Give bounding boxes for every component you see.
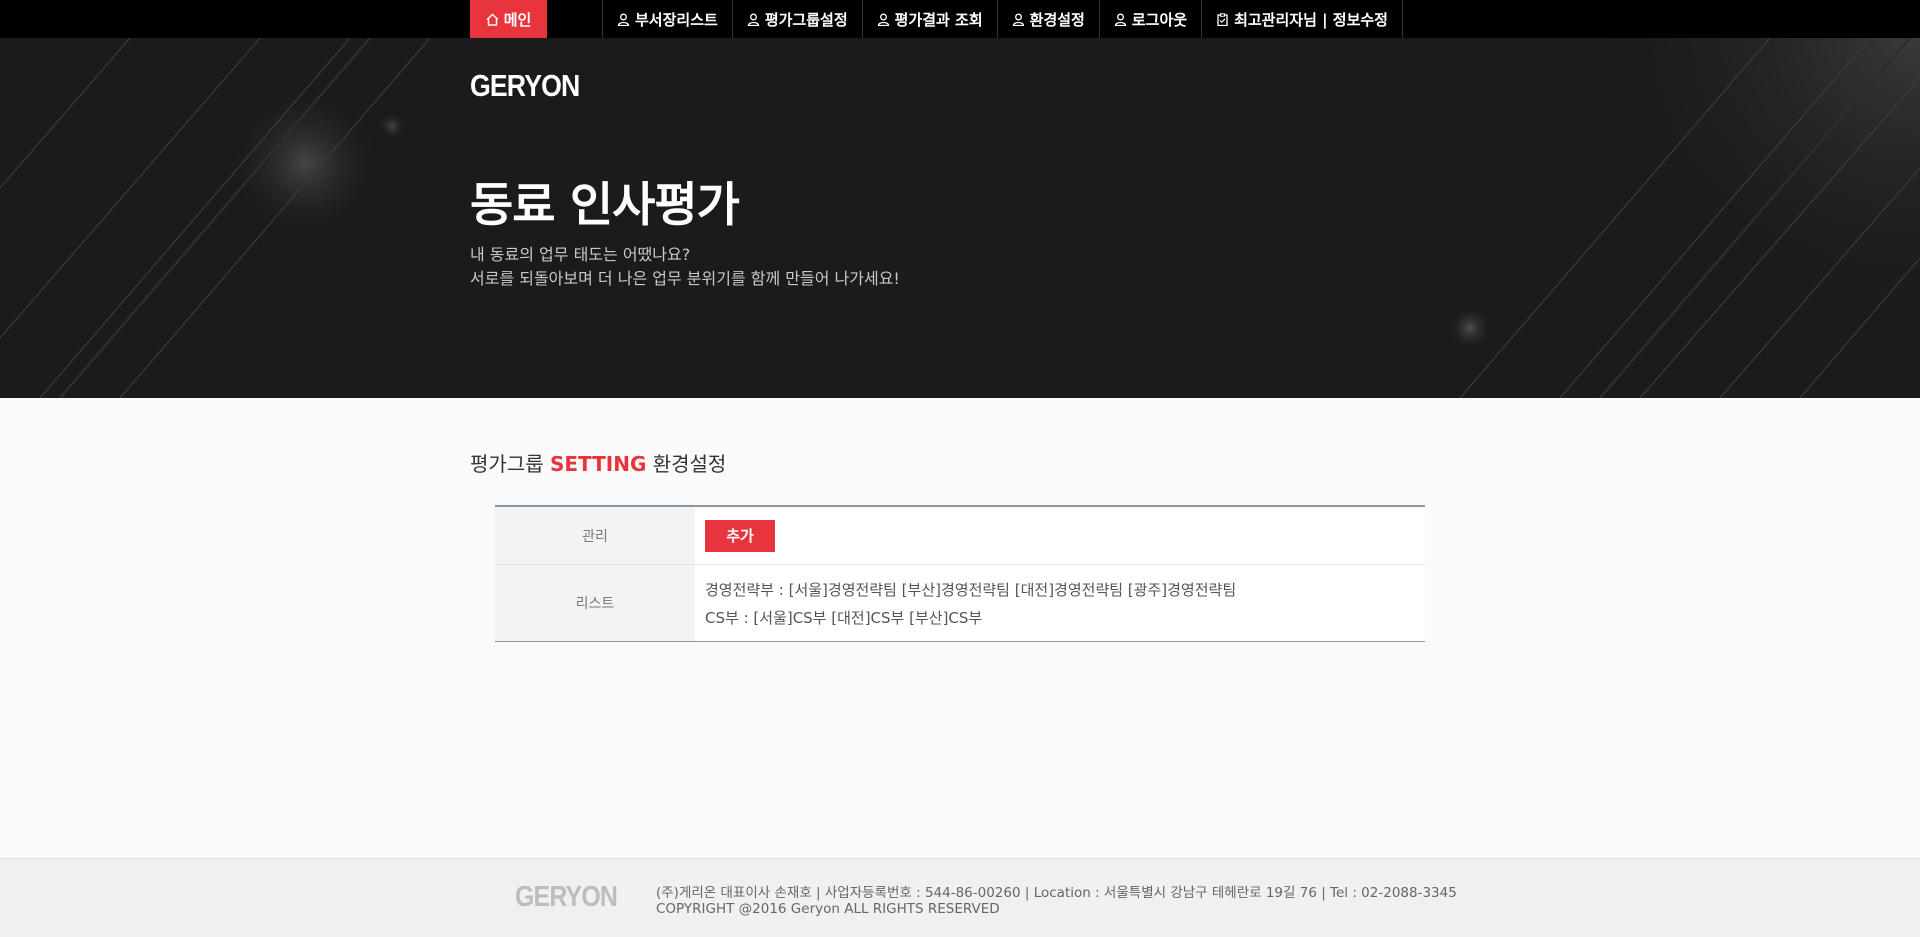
nav-menu: 부서장리스트 평가그룹설정 평가결과 조회 환경설정 로그아웃 최고관리자님 |…	[602, 0, 1403, 38]
nav-item-eval-group-settings[interactable]: 평가그룹설정	[733, 0, 863, 38]
manage-label: 관리	[495, 507, 695, 564]
user-icon	[1114, 13, 1127, 26]
footer-logo: GERYON	[515, 881, 618, 913]
user-icon	[877, 13, 890, 26]
nav-item-admin-profile[interactable]: 최고관리자님 | 정보수정	[1202, 0, 1403, 38]
nav-item-environment-settings[interactable]: 환경설정	[998, 0, 1100, 38]
footer-copyright: COPYRIGHT @2016 Geryon ALL RIGHTS RESERV…	[656, 901, 1000, 917]
nav-item-label: 평가그룹설정	[764, 10, 848, 29]
section-title-suffix: 환경설정	[646, 452, 727, 476]
nav-item-logout[interactable]: 로그아웃	[1100, 0, 1203, 38]
top-navigation-bar: 메인 부서장리스트 평가그룹설정 평가결과 조회 환경설정 로그아웃 최고관리자…	[0, 0, 1920, 38]
hero-banner: GERYON 동료 인사평가 내 동료의 업무 태도는 어땠나요? 서로를 되돌…	[0, 38, 1920, 398]
nav-item-department-head-list[interactable]: 부서장리스트	[603, 0, 733, 38]
group-list-line-strategy: 경영전략부 : [서울]경영전략팀 [부산]경영전략팀 [대전]경영전략팀 [광…	[705, 581, 1237, 599]
nav-item-label: 환경설정	[1029, 10, 1085, 29]
nav-item-label: 로그아웃	[1131, 10, 1188, 29]
home-icon	[486, 13, 499, 26]
geryon-logo[interactable]: GERYON	[470, 68, 580, 104]
footer-company-info: (주)게리온 대표이사 손재호 | 사업자등록번호 : 544-86-00260…	[656, 885, 1457, 901]
section-title-prefix: 평가그룹	[470, 452, 550, 476]
list-label: 리스트	[495, 565, 695, 641]
hero-background-graphic	[0, 38, 1920, 398]
add-button[interactable]: 추가	[705, 519, 775, 552]
table-row-manage: 관리 추가	[495, 507, 1425, 565]
eval-group-settings-table: 관리 추가 리스트 경영전략부 : [서울]경영전략팀 [부산]경영전략팀 [대…	[495, 505, 1425, 642]
manage-cell: 추가	[695, 507, 1425, 564]
nav-home-button[interactable]: 메인	[470, 0, 547, 38]
hero-title: 동료 인사평가	[470, 178, 740, 233]
list-cell: 경영전략부 : [서울]경영전략팀 [부산]경영전략팀 [대전]경영전략팀 [광…	[695, 565, 1425, 641]
user-icon	[617, 13, 630, 26]
group-list-line-cs: CS부 : [서울]CS부 [대전]CS부 [부산]CS부	[705, 609, 983, 627]
user-icon	[747, 13, 760, 26]
nav-item-eval-results[interactable]: 평가결과 조회	[863, 0, 998, 38]
hero-subtitle-line1: 내 동료의 업무 태도는 어땠나요?	[470, 245, 691, 264]
nav-item-label: 최고관리자님 | 정보수정	[1234, 10, 1388, 29]
section-title-accent: SETTING	[549, 452, 647, 476]
section-title: 평가그룹 SETTING 환경설정	[470, 448, 726, 477]
nav-home-label: 메인	[503, 10, 532, 29]
footer: GERYON (주)게리온 대표이사 손재호 | 사업자등록번호 : 544-8…	[0, 858, 1920, 937]
clipboard-icon	[1216, 12, 1229, 26]
hero-subtitle-line2: 서로를 되돌아보며 더 나은 업무 분위기를 함께 만들어 나가세요!	[470, 269, 900, 288]
user-icon	[1012, 13, 1025, 26]
nav-item-label: 평가결과 조회	[894, 10, 983, 29]
table-row-list: 리스트 경영전략부 : [서울]경영전략팀 [부산]경영전략팀 [대전]경영전략…	[495, 565, 1425, 641]
nav-item-label: 부서장리스트	[635, 10, 718, 29]
